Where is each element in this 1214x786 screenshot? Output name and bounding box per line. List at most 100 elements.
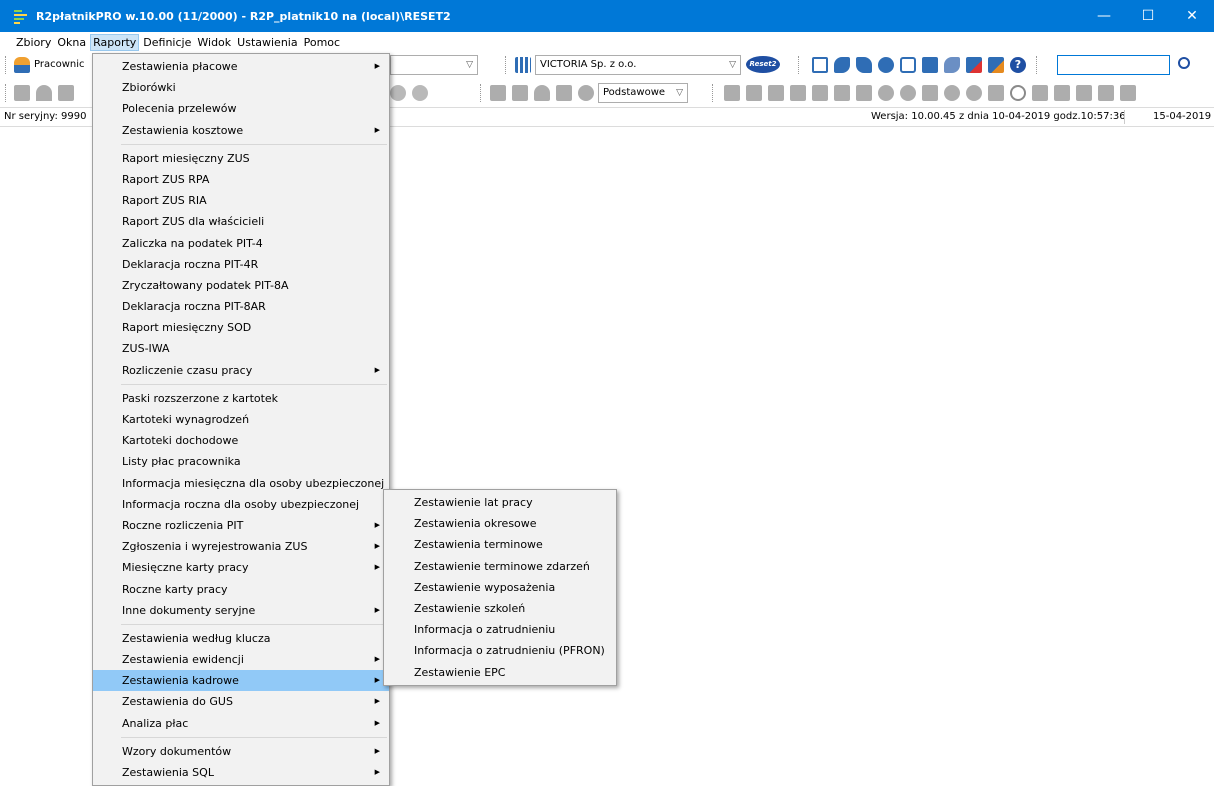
card-icon[interactable]	[58, 85, 74, 101]
bank-icon[interactable]	[490, 85, 506, 101]
raporty-menu-item[interactable]: Zestawienia płacowe ▶	[93, 56, 389, 77]
raporty-menu-item[interactable]: Polecenia przelewów	[93, 98, 389, 119]
menu-raporty[interactable]: Raporty	[90, 33, 140, 51]
raporty-menu-item[interactable]: Raport ZUS dla właścicieli	[93, 211, 389, 232]
raporty-menu-item[interactable]: Analiza płac ▶	[93, 713, 389, 734]
raporty-menu-item[interactable]: Miesięczne karty pracy ▶	[93, 557, 389, 578]
key-icon[interactable]	[1098, 85, 1114, 101]
disc-icon[interactable]	[412, 85, 428, 101]
module-combo[interactable]: ▽	[390, 55, 478, 75]
raporty-menu-item[interactable]: Zestawienia kosztowe ▶	[93, 120, 389, 141]
menu-ustawienia[interactable]: Ustawienia	[235, 34, 299, 51]
scissors-icon[interactable]	[1076, 85, 1092, 101]
raporty-menu-item[interactable]: Zaliczka na podatek PIT-4	[93, 233, 389, 254]
action-icon-9[interactable]	[900, 85, 916, 101]
search-icon[interactable]	[1178, 57, 1190, 69]
action-icon-3[interactable]	[768, 85, 784, 101]
users-icon[interactable]	[14, 57, 30, 73]
raporty-menu-item[interactable]: Zestawienia SQL ▶	[93, 762, 389, 783]
raporty-menu-item[interactable]: Rozliczenie czasu pracy ▶	[93, 360, 389, 381]
raporty-menu-item[interactable]: Roczne rozliczenia PIT ▶	[93, 515, 389, 536]
module-combo-label[interactable]: Pracownic	[34, 59, 85, 70]
raporty-menu-item[interactable]: Zestawienia kadrowe ▶	[93, 670, 389, 692]
action-icon-5[interactable]	[812, 85, 828, 101]
stamp-icon[interactable]	[390, 85, 406, 101]
users-swap-icon[interactable]	[856, 57, 872, 73]
id-card-icon[interactable]	[14, 85, 30, 101]
zus-icon[interactable]	[512, 85, 528, 101]
kadrowe-menu-item[interactable]: Zestawienie EPC	[384, 662, 616, 683]
raporty-menu-item[interactable]: Paski rozszerzone z kartotek	[93, 388, 389, 409]
raporty-menu-item[interactable]: Listy płac pracownika	[93, 451, 389, 472]
message-icon[interactable]	[900, 57, 916, 73]
raporty-menu-item[interactable]: Zbiorówki	[93, 77, 389, 98]
kadrowe-menu-item[interactable]: Zestawienie wyposażenia	[384, 577, 616, 598]
raporty-menu-item[interactable]: Roczne karty pracy	[93, 579, 389, 600]
calculator-icon[interactable]	[922, 57, 938, 73]
raporty-menu-item[interactable]: Informacja roczna dla osoby ubezpieczone…	[93, 494, 389, 515]
kadrowe-menu-item[interactable]: Zestawienia terminowe	[384, 534, 616, 555]
action-icon-2[interactable]	[746, 85, 762, 101]
ban-icon[interactable]	[1010, 85, 1026, 101]
raporty-menu-item[interactable]: Inne dokumenty seryjne ▶	[93, 600, 389, 621]
home-icon[interactable]	[36, 85, 52, 101]
users-link-icon[interactable]	[834, 57, 850, 73]
raporty-menu-item[interactable]: Raport ZUS RIA	[93, 190, 389, 211]
calendar-icon[interactable]	[922, 85, 938, 101]
menu-widok[interactable]: Widok	[195, 34, 233, 51]
plus-box-icon[interactable]	[988, 85, 1004, 101]
tools-icon[interactable]	[944, 57, 960, 73]
maximize-button[interactable]: ☐	[1126, 0, 1170, 32]
sun-icon[interactable]	[966, 85, 982, 101]
help-icon[interactable]: ?	[1010, 57, 1026, 73]
menu-item-label: ZUS-IWA	[122, 342, 170, 356]
menu-definicje[interactable]: Definicje	[141, 34, 193, 51]
clock-icon[interactable]	[944, 85, 960, 101]
export-icon[interactable]	[988, 57, 1004, 73]
raporty-menu-item[interactable]: Informacja miesięczna dla osoby ubezpiec…	[93, 473, 389, 494]
minimize-button[interactable]: —	[1082, 0, 1126, 32]
action-icon-7[interactable]	[856, 85, 872, 101]
delete-icon[interactable]	[966, 57, 982, 73]
plane-icon[interactable]	[1032, 85, 1048, 101]
raporty-menu-item[interactable]: Wzory dokumentów ▶	[93, 741, 389, 762]
company-combo[interactable]: VICTORIA Sp. z o.o. ▽	[535, 55, 741, 75]
view-combo[interactable]: Podstawowe ▽	[598, 83, 688, 103]
search-input[interactable]	[1057, 55, 1170, 75]
raporty-menu-item[interactable]: Raport ZUS RPA	[93, 169, 389, 190]
medal-icon[interactable]	[556, 85, 572, 101]
menu-pomoc[interactable]: Pomoc	[302, 34, 342, 51]
raporty-menu-item[interactable]: Zestawienia do GUS ▶	[93, 691, 389, 712]
action-icon-8[interactable]	[878, 85, 894, 101]
raporty-menu-item[interactable]: ZUS-IWA	[93, 338, 389, 359]
raporty-menu-item[interactable]: Deklaracja roczna PIT-8AR	[93, 296, 389, 317]
kadrowe-menu-item[interactable]: Informacja o zatrudnieniu (PFRON)	[384, 640, 616, 661]
bell-icon[interactable]	[534, 85, 550, 101]
action-icon-1[interactable]	[724, 85, 740, 101]
kadrowe-menu-item[interactable]: Zestawienia okresowe	[384, 513, 616, 534]
raporty-menu-item[interactable]: Raport miesięczny ZUS	[93, 148, 389, 169]
raporty-menu-item[interactable]: Deklaracja roczna PIT-4R	[93, 254, 389, 275]
action-icon-6[interactable]	[834, 85, 850, 101]
chart-icon[interactable]	[1054, 85, 1070, 101]
action-icon-4[interactable]	[790, 85, 806, 101]
menu-zbiory[interactable]: Zbiory	[14, 34, 53, 51]
kadrowe-menu-item[interactable]: Zestawienie terminowe zdarzeń	[384, 556, 616, 577]
save-icon[interactable]	[812, 57, 828, 73]
pin-icon[interactable]	[578, 85, 594, 101]
menu-item-label: Zestawienia ewidencji	[122, 653, 244, 667]
raporty-menu-item[interactable]: Zestawienia według klucza	[93, 628, 389, 649]
raporty-menu-item[interactable]: Zestawienia ewidencji ▶	[93, 649, 389, 670]
raporty-menu-item[interactable]: Kartoteki dochodowe	[93, 430, 389, 451]
raporty-menu-item[interactable]: Zryczałtowany podatek PIT-8A	[93, 275, 389, 296]
raporty-menu-item[interactable]: Zgłoszenia i wyrejestrowania ZUS ▶	[93, 536, 389, 557]
close-button[interactable]: ✕	[1170, 0, 1214, 32]
kadrowe-menu-item[interactable]: Informacja o zatrudnieniu	[384, 619, 616, 640]
menu-okna[interactable]: Okna	[55, 34, 88, 51]
raporty-menu-item[interactable]: Kartoteki wynagrodzeń	[93, 409, 389, 430]
kadrowe-menu-item[interactable]: Zestawienie szkoleń	[384, 598, 616, 619]
kadrowe-menu-item[interactable]: Zestawienie lat pracy	[384, 492, 616, 513]
globe-icon[interactable]	[878, 57, 894, 73]
grid-icon[interactable]	[1120, 85, 1136, 101]
raporty-menu-item[interactable]: Raport miesięczny SOD	[93, 317, 389, 338]
